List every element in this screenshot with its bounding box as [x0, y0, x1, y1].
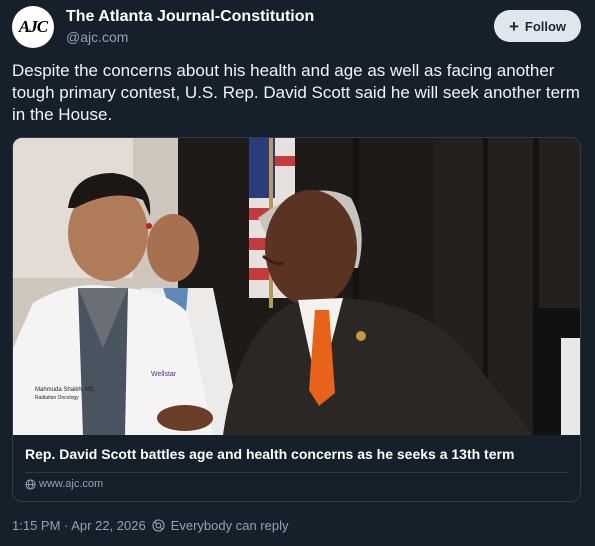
reply-setting-text[interactable]: Everybody can reply	[171, 518, 289, 533]
reply-settings-icon	[152, 519, 165, 532]
author-handle[interactable]: @ajc.com	[66, 29, 128, 45]
badge-name-text: Mahmuda Shaikh, MD	[35, 387, 95, 393]
plus-icon: +	[508, 16, 519, 36]
follow-label: Follow	[524, 18, 567, 34]
badge-dept-text: Radiation Oncology	[35, 395, 79, 401]
card-domain-text: www.ajc.com	[39, 478, 104, 490]
author-name[interactable]: The Atlanta Journal-Constitution	[66, 8, 314, 26]
post-timestamp[interactable]: 1:15 PM · Apr 22, 2026	[12, 518, 146, 533]
post: AJC The Atlanta Journal-Constitution @aj…	[0, 0, 595, 546]
card-title[interactable]: Rep. David Scott battles age and health …	[25, 446, 570, 462]
article-photo: Mahmuda Shaikh, MD Radiation Oncology We…	[13, 138, 580, 435]
card-domain[interactable]: www.ajc.com	[25, 478, 103, 490]
avatar-logo-text: AJC	[18, 17, 48, 36]
globe-icon	[25, 478, 36, 490]
wellstar-logo-text: Wellstar	[151, 371, 177, 378]
link-card[interactable]: Mahmuda Shaikh, MD Radiation Oncology We…	[12, 137, 581, 502]
post-meta: 1:15 PM · Apr 22, 2026 Everybody can rep…	[12, 518, 288, 533]
post-text: Despite the concerns about his health an…	[12, 61, 580, 124]
author-avatar[interactable]: AJC	[12, 6, 54, 48]
card-divider	[25, 472, 568, 473]
follow-button[interactable]: + Follow	[494, 10, 581, 42]
